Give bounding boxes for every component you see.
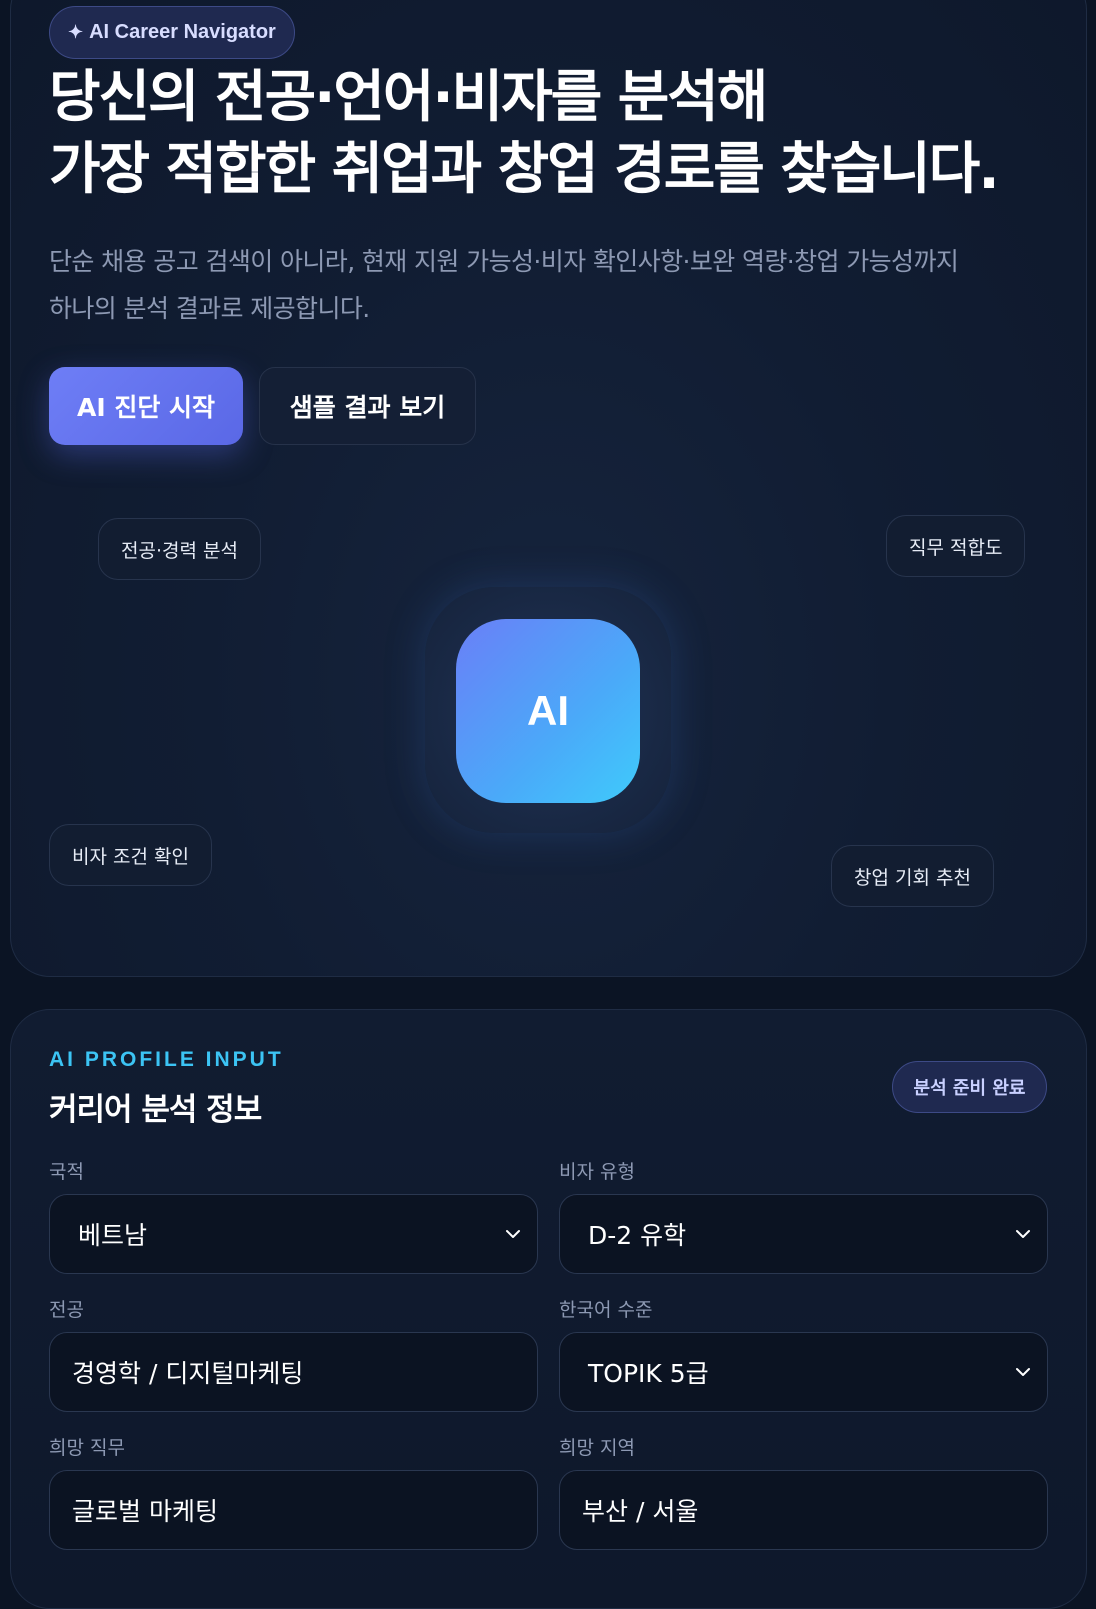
chip-major-analysis: 전공·경력 분석 [98, 518, 261, 580]
visa-select[interactable]: D-2 유학 [559, 1194, 1048, 1274]
desired-region-label: 희망 지역 [559, 1437, 635, 1459]
desired-region-value: 부산 / 서울 [582, 1497, 699, 1526]
ai-core-label: AI [527, 687, 569, 734]
desired-job-label: 희망 직무 [49, 1437, 125, 1459]
sparkle-icon: ✦ [68, 22, 84, 42]
description-line-2: 하나의 분석 결과로 제공합니다. [49, 294, 370, 323]
visa-value: D-2 유학 [588, 1221, 687, 1250]
hero-headline: 당신의 전공·언어·비자를 분석해 가장 적합한 취업과 창업 경로를 찾습니다… [49, 62, 1059, 206]
headline-line-2: 가장 적합한 취업과 창업 경로를 찾습니다. [49, 137, 1000, 202]
desired-job-input[interactable]: 글로벌 마케팅 [49, 1470, 538, 1550]
ai-core-icon: AI [456, 619, 640, 803]
nationality-value: 베트남 [78, 1221, 148, 1250]
desired-job-value: 글로벌 마케팅 [72, 1497, 218, 1526]
chip-startup-recommend: 창업 기회 추천 [831, 845, 994, 907]
major-input[interactable]: 경영학 / 디지털마케팅 [49, 1332, 538, 1412]
major-value: 경영학 / 디지털마케팅 [72, 1359, 304, 1388]
sample-result-button[interactable]: 샘플 결과 보기 [259, 367, 476, 445]
korean-level-value: TOPIK 5급 [588, 1359, 709, 1388]
nationality-select[interactable]: 베트남 [49, 1194, 538, 1274]
headline-line-1: 당신의 전공·언어·비자를 분석해 [49, 65, 768, 130]
section-eyebrow: AI PROFILE INPUT [49, 1048, 284, 1071]
product-badge: ✦ AI Career Navigator [49, 6, 295, 59]
status-badge: 분석 준비 완료 [892, 1061, 1047, 1113]
desired-region-input[interactable]: 부산 / 서울 [559, 1470, 1048, 1550]
description-line-1: 단순 채용 공고 검색이 아니라, 현재 지원 가능성·비자 확인사항·보완 역… [49, 247, 959, 276]
hero-description: 단순 채용 공고 검색이 아니라, 현재 지원 가능성·비자 확인사항·보완 역… [49, 238, 1059, 332]
chevron-down-icon [1016, 1368, 1030, 1376]
start-diagnosis-button[interactable]: AI 진단 시작 [49, 367, 243, 445]
visa-label: 비자 유형 [559, 1161, 635, 1183]
nationality-label: 국적 [49, 1161, 84, 1183]
korean-level-select[interactable]: TOPIK 5급 [559, 1332, 1048, 1412]
korean-level-label: 한국어 수준 [559, 1299, 653, 1321]
chevron-down-icon [506, 1230, 520, 1238]
badge-label: AI Career Navigator [89, 21, 276, 43]
major-label: 전공 [49, 1299, 84, 1321]
section-title: 커리어 분석 정보 [49, 1092, 262, 1128]
chevron-down-icon [1016, 1230, 1030, 1238]
chip-job-fit: 직무 적합도 [886, 515, 1026, 577]
chip-visa-check: 비자 조건 확인 [49, 824, 212, 886]
